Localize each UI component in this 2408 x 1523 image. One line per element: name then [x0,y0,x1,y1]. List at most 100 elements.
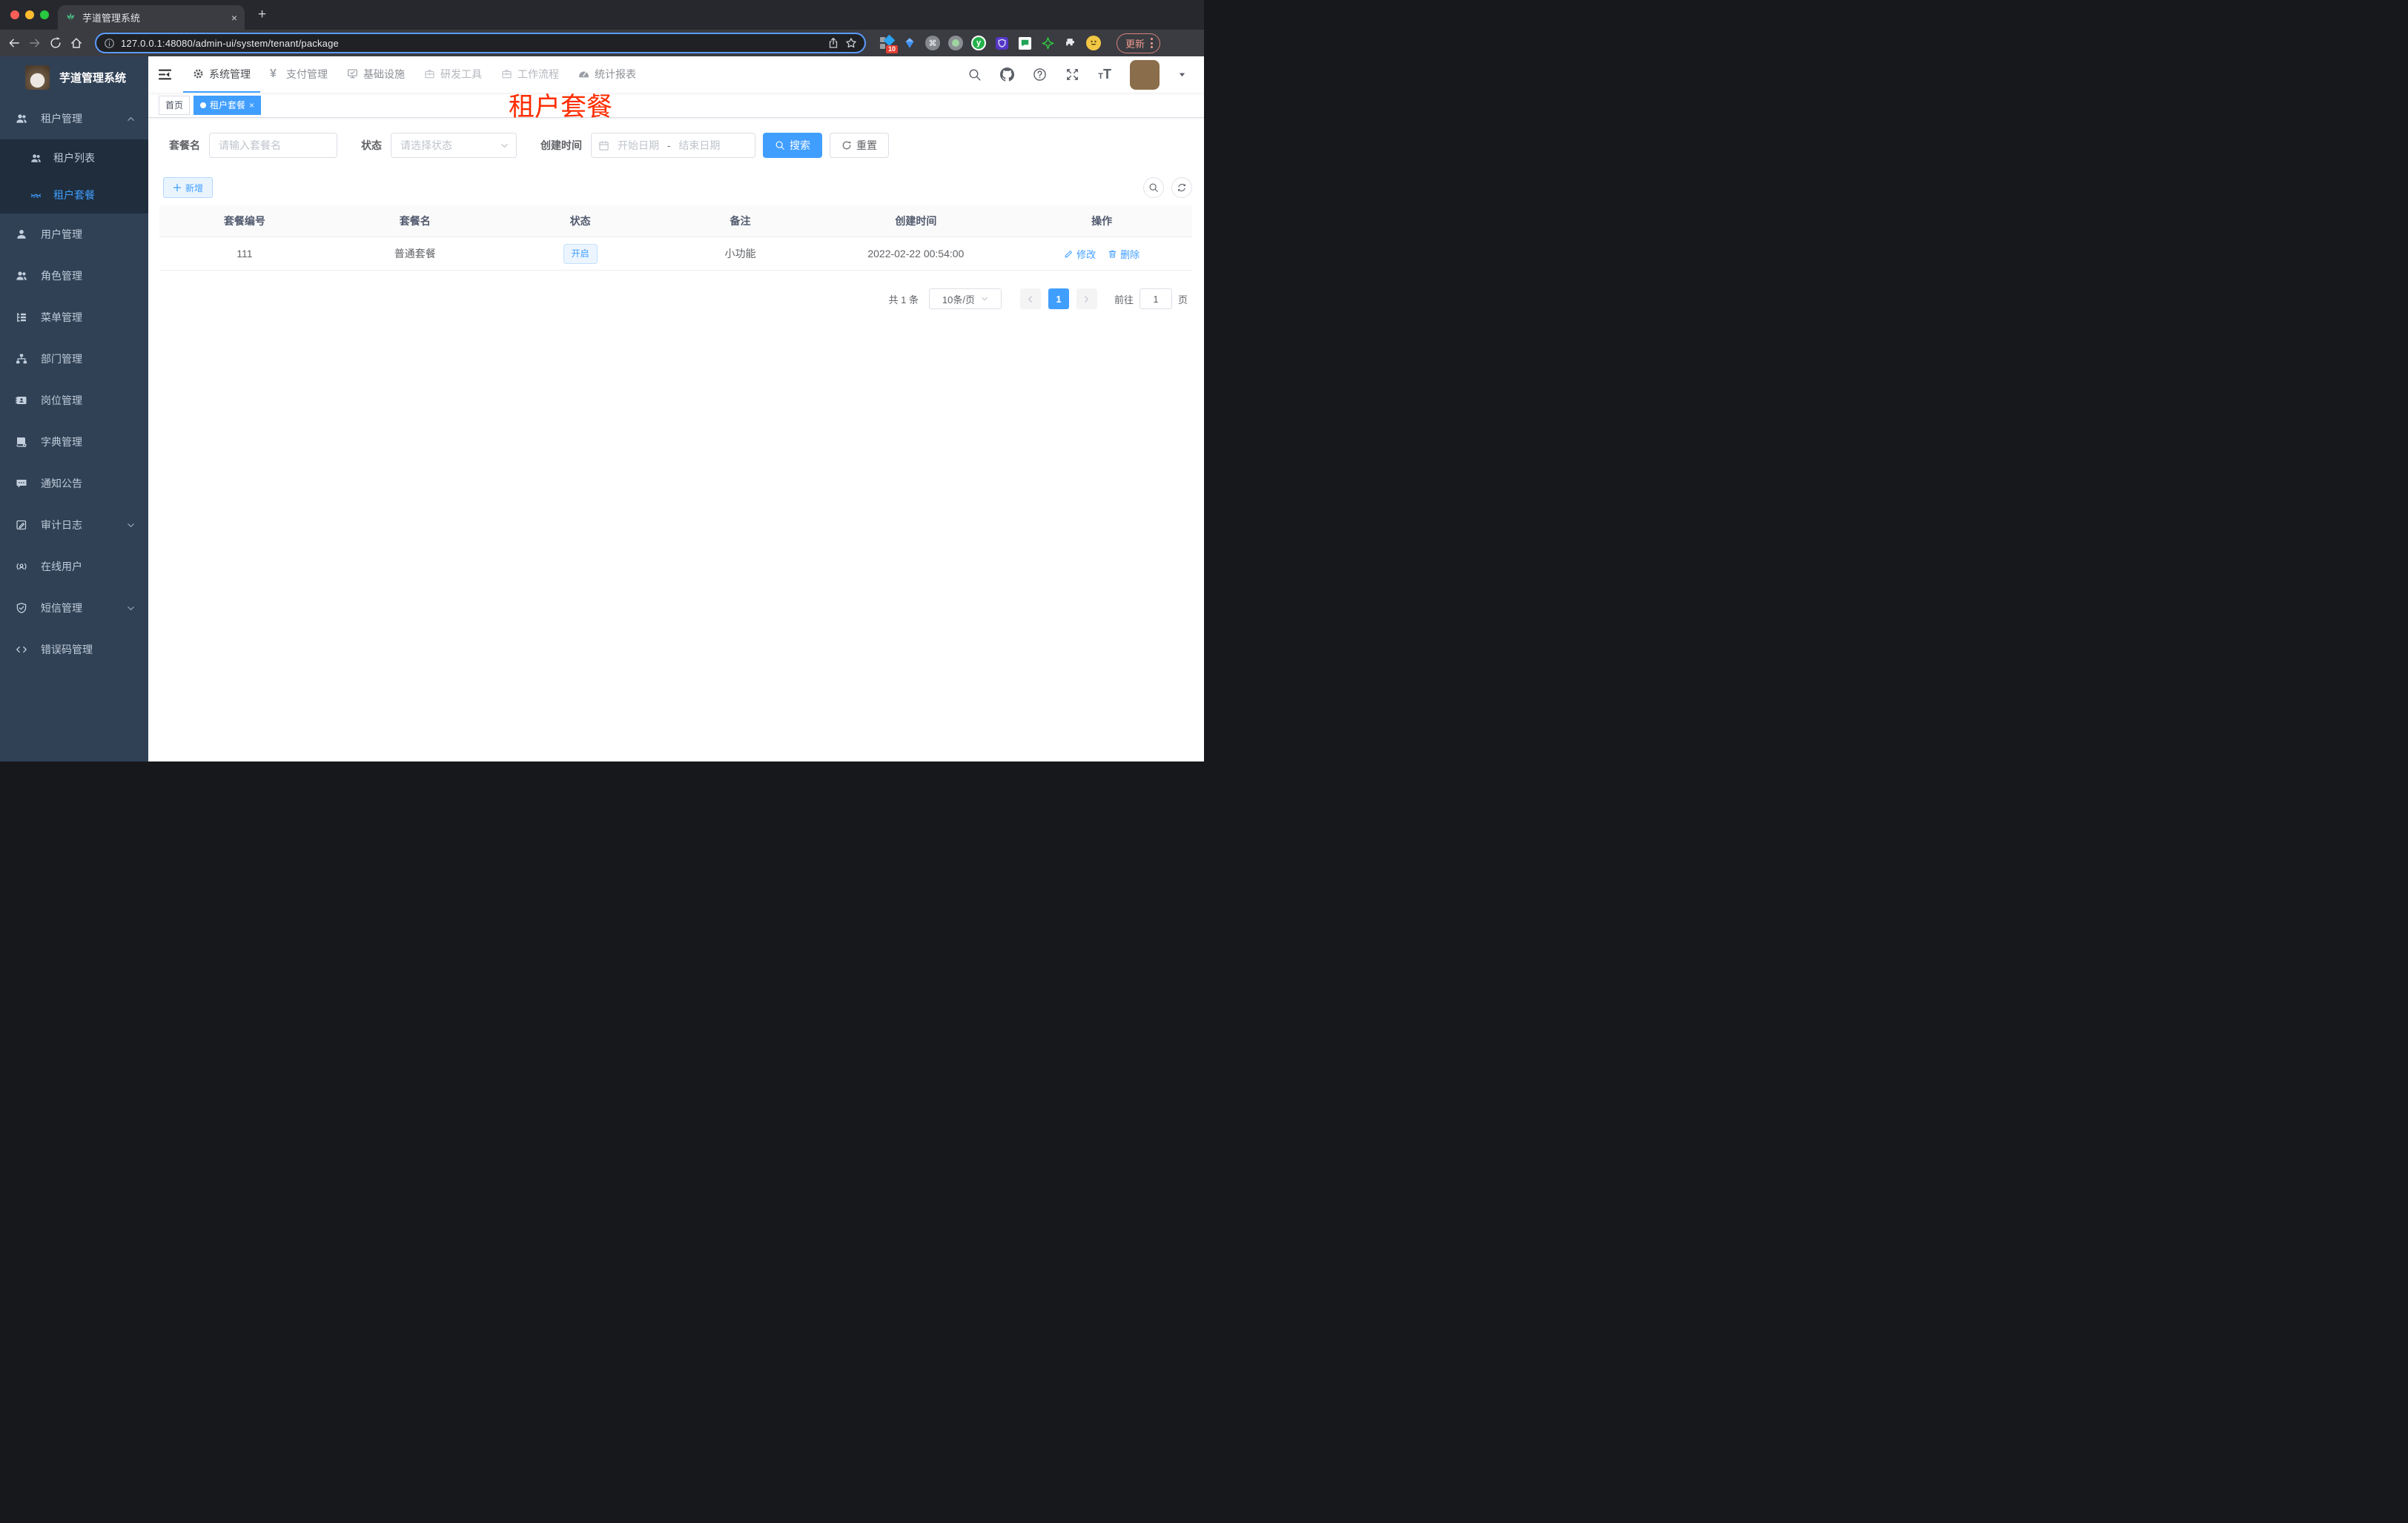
tab-close-icon[interactable]: × [231,12,237,24]
search-button[interactable]: 搜索 [763,133,822,158]
sidebar-item-label: 用户管理 [41,228,82,240]
browser-toolbar: 127.0.0.1:48080/admin-ui/system/tenant/p… [0,30,1204,56]
pagination: 共 1 条 10条/页 1 前往 页 [159,288,1192,309]
sidebar-item-label: 部门管理 [41,353,82,365]
sidebar-item-online-users[interactable]: 在线用户 [0,546,148,587]
sidebar-item-label: 审计日志 [41,519,82,531]
briefcase-icon [501,68,512,79]
tag-close-icon[interactable]: × [249,101,254,110]
ext-tab-manager-icon[interactable]: 10 [879,34,898,53]
sidebar-item-label: 在线用户 [41,561,82,572]
sidebar-item-tenant-package[interactable]: 租户套餐 [0,176,148,214]
page-size-select[interactable]: 10条/页 [928,288,1002,309]
delete-link[interactable]: 删除 [1108,247,1140,261]
topnav-workflow[interactable]: 工作流程 [492,56,569,93]
sidebar-item-post-management[interactable]: 岗位管理 [0,380,148,421]
bookmark-star-icon[interactable] [845,37,857,49]
refresh-table-icon[interactable] [1171,177,1192,198]
window-close-button[interactable] [10,10,19,19]
topnav-system-management[interactable]: 系统管理 [183,56,260,93]
end-date-input[interactable] [675,139,724,151]
tag-home[interactable]: 首页 [159,95,191,115]
sidebar-submenu-tenant: 租户列表 租户套餐 [0,139,148,214]
sidebar-logo[interactable]: 芋道管理系统 [0,56,148,98]
share-icon[interactable] [827,37,839,49]
prev-page-button[interactable] [1019,288,1041,309]
ext-shield-icon[interactable] [994,36,1009,50]
topnav-statistics[interactable]: 统计报表 [569,56,646,93]
topnav-label: 工作流程 [517,67,559,80]
address-bar[interactable]: 127.0.0.1:48080/admin-ui/system/tenant/p… [95,33,866,53]
ext-chat-icon[interactable] [1017,36,1032,50]
reset-button[interactable]: 重置 [830,133,889,158]
chevron-down-icon [127,521,135,529]
start-date-input[interactable] [614,139,663,151]
date-range-picker[interactable]: - [591,133,755,158]
page-content: 套餐名 状态 请选择状态 创建时间 [148,118,1204,309]
sidebar-item-label: 租户套餐 [53,189,95,201]
status-select[interactable]: 请选择状态 [391,133,517,158]
goto-page-input[interactable] [1139,288,1172,309]
extensions-row: 10 ⌘ y 更新 [879,33,1161,53]
ext-dot-icon[interactable] [948,36,963,50]
extensions-puzzle-icon[interactable] [1063,36,1078,50]
back-icon[interactable] [7,36,21,50]
avatar-dropdown-caret-icon[interactable] [1178,70,1186,79]
user-avatar[interactable] [1130,59,1160,90]
sidebar-item-menu-management[interactable]: 菜单管理 [0,297,148,338]
navbar-right-tools: TT [968,59,1186,90]
tag-tenant-package[interactable]: 租户套餐 × [194,95,262,115]
browser-update-button[interactable]: 更新 [1117,33,1161,53]
site-info-icon[interactable] [104,38,115,49]
forward-icon[interactable] [28,36,42,50]
sidebar-item-dept-management[interactable]: 部门管理 [0,338,148,380]
add-button[interactable]: 新增 [163,177,214,198]
column-header: 创建时间 [895,215,937,227]
reload-icon[interactable] [49,36,62,50]
github-icon[interactable] [1000,67,1015,82]
window-maximize-button[interactable] [40,10,49,19]
top-navigation: 系统管理 ¥ 支付管理 基础设施 研发工具 工作流程 统计报表 [183,56,646,93]
next-page-button[interactable] [1076,288,1097,309]
refresh-icon [841,140,852,151]
font-size-icon[interactable]: TT [1098,67,1111,82]
ext-emoji-icon[interactable] [1086,36,1101,50]
home-icon[interactable] [70,36,83,50]
toggle-search-icon[interactable] [1143,177,1164,198]
sidebar-item-user-management[interactable]: 用户管理 [0,214,148,255]
window-minimize-button[interactable] [25,10,34,19]
fullscreen-icon[interactable] [1065,67,1079,82]
sidebar-collapse-icon[interactable] [157,67,173,82]
sidebar-item-role-management[interactable]: 角色管理 [0,255,148,297]
column-header: 备注 [730,215,751,227]
topnav-label: 统计报表 [595,67,636,80]
ext-command-icon[interactable]: ⌘ [925,36,940,50]
id-badge-icon [16,394,27,406]
sidebar-item-tenant-management[interactable]: 租户管理 [0,98,148,139]
sidebar-item-sms-management[interactable]: 短信管理 [0,587,148,629]
topnav-dev-tools[interactable]: 研发工具 [414,56,492,93]
help-icon[interactable] [1033,67,1047,82]
sidebar-item-tenant-list[interactable]: 租户列表 [0,139,148,176]
filter-form: 套餐名 状态 请选择状态 创建时间 [169,133,1192,158]
page-number-button[interactable]: 1 [1048,288,1069,309]
topnav-infrastructure[interactable]: 基础设施 [337,56,414,93]
ext-sparkle-icon[interactable] [1040,36,1055,50]
sidebar-item-dict-management[interactable]: 字典管理 [0,421,148,463]
total-count: 共 1 条 [888,294,919,305]
package-name-input[interactable] [209,133,337,158]
topnav-payment-management[interactable]: ¥ 支付管理 [260,56,337,93]
new-tab-button[interactable]: + [258,7,266,23]
sidebar-item-error-code[interactable]: 错误码管理 [0,629,148,670]
ext-gem-icon[interactable] [902,36,917,50]
edit-link[interactable]: 修改 [1064,247,1096,261]
users-icon [30,153,42,164]
search-icon[interactable] [968,67,982,82]
sidebar-item-label: 通知公告 [41,478,82,489]
ext-y-icon[interactable]: y [971,36,986,50]
calendar-icon [598,140,609,151]
sidebar-item-notice[interactable]: 通知公告 [0,463,148,504]
browser-tab[interactable]: 芋道管理系统 × [58,5,245,30]
browser-menu-kebab-icon[interactable] [1151,38,1154,48]
sidebar-item-audit-log[interactable]: 审计日志 [0,504,148,546]
